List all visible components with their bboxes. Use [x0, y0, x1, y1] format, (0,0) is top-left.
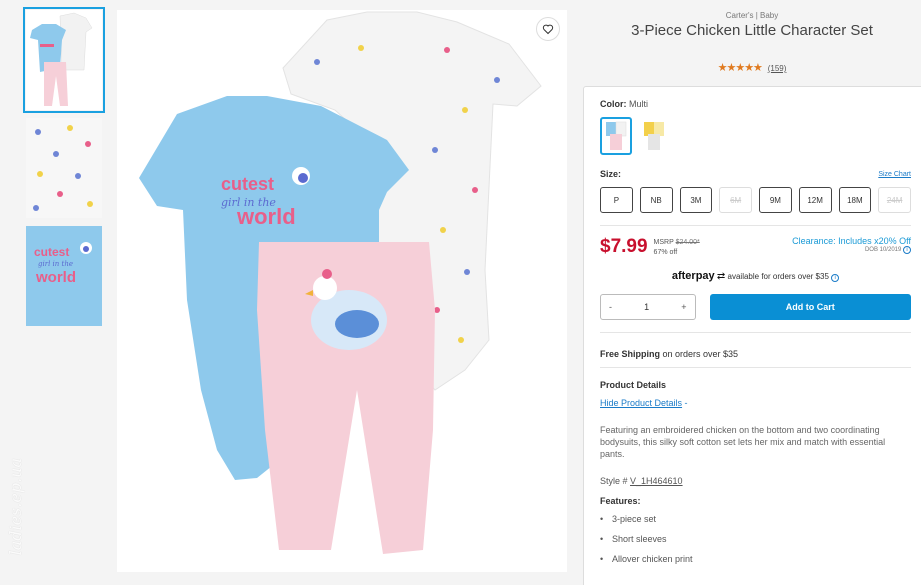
thumbnail-graphic[interactable]: cutest girl in the world [26, 226, 102, 326]
svg-text:cutest: cutest [34, 245, 69, 259]
msrp-label: MSRP [653, 239, 674, 246]
product-page: cutest girl in the world cutest girl in … [0, 0, 921, 585]
rating: ★★★★★ (159) [583, 61, 921, 74]
features-heading: Features: [600, 496, 641, 506]
watermark: ladies.ep.ua [6, 458, 25, 556]
style-value[interactable]: V_1H464610 [630, 476, 683, 486]
color-label-text: Color: [600, 99, 627, 109]
size-chart-link[interactable]: Size Chart [878, 171, 911, 178]
features: Features: 3-piece set Short sleeves Allove… [600, 496, 911, 564]
style-label: Style # [600, 476, 631, 486]
thumbnail-print[interactable] [26, 118, 102, 218]
feature-item: 3-piece set [600, 514, 911, 524]
msrp-value: $24.00* [675, 239, 700, 246]
afterpay-info-icon[interactable]: i [831, 274, 840, 282]
dob-text: DOB 10/2019 i [792, 246, 911, 254]
price-row: $7.99 MSRP $24.00* 67% off Clearance: In… [600, 236, 911, 258]
qty-plus-button[interactable]: + [681, 302, 686, 312]
product-description: Featuring an embroidered chicken on the … [600, 425, 886, 459]
heart-icon [542, 24, 554, 35]
size-header: Size: Size Chart [600, 169, 911, 179]
discount-percent: 67% off [653, 249, 678, 256]
svg-text:world: world [236, 204, 296, 229]
cart-row: - 1 + Add to Cart [600, 294, 911, 320]
product-title: 3-Piece Chicken Little Character Set [631, 22, 873, 39]
size-option-3m[interactable]: 3M [679, 187, 713, 213]
qty-minus-button[interactable]: - [609, 302, 612, 312]
size-option-nb[interactable]: NB [639, 187, 673, 213]
afterpay-logo: afterpay [671, 270, 715, 282]
style-number: Style # V_1H464610 [600, 476, 911, 486]
divider [600, 367, 911, 368]
quantity-stepper: - 1 + [600, 294, 696, 320]
color-value: Multi [629, 99, 649, 109]
hide-details-row: Hide Product Details - [600, 398, 911, 408]
product-details-heading: Product Details [600, 380, 667, 390]
free-shipping-label: Free Shipping [600, 349, 661, 359]
shipping-info: Free Shipping on orders over $35 [600, 341, 911, 359]
thumbnail-set[interactable] [23, 7, 105, 113]
feature-item: Short sleeves [600, 534, 911, 544]
svg-text:cutest: cutest [221, 174, 274, 194]
brand-label: Carter's | Baby [725, 11, 779, 20]
swatch-yellow[interactable] [638, 117, 670, 155]
afterpay-logo-icon: ⇄ [716, 271, 726, 282]
size-option-9m[interactable]: 9M [759, 187, 792, 213]
svg-text:girl in the: girl in the [38, 260, 73, 268]
purchase-panel: Color: Multi Size: Size Chart P NB 3M 6M 9M 1… [583, 86, 921, 585]
hide-details-link[interactable]: Hide Product Details [600, 398, 682, 408]
divider [600, 225, 911, 226]
info-icon[interactable]: i [903, 246, 911, 254]
feature-item: Allover chicken print [600, 554, 911, 564]
dob-value: DOB 10/2019 [864, 247, 902, 253]
sale-price: $7.99 [600, 236, 648, 257]
thumbnail-list: cutest girl in the world [23, 7, 105, 334]
svg-text:world: world [35, 269, 76, 286]
size-option-24m: 24M [878, 187, 911, 213]
qty-value[interactable]: 1 [644, 302, 649, 312]
shipping-threshold: on orders over $35 [660, 349, 739, 359]
divider [600, 332, 911, 333]
size-option-6m: 6M [719, 187, 752, 213]
hide-details-suffix: - [682, 398, 688, 408]
afterpay-row: afterpay ⇄ available for orders over $35… [600, 270, 911, 282]
size-option-18m[interactable]: 18M [838, 187, 872, 213]
add-to-cart-button[interactable]: Add to Cart [709, 294, 911, 320]
features-list: 3-piece set Short sleeves Allover chicken … [600, 514, 911, 564]
main-product-image: cutest girl in the world [117, 10, 567, 572]
size-option-p[interactable]: P [600, 187, 633, 213]
clearance-block: Clearance: Includes x20% Off DOB 10/2019… [792, 236, 911, 254]
size-option-12m[interactable]: 12M [798, 187, 832, 213]
color-swatches [600, 117, 911, 155]
msrp-block: MSRP $24.00* 67% off [654, 238, 700, 258]
clearance-text: Clearance: Includes x20% Off [792, 236, 911, 246]
afterpay-text: available for orders over $35 [727, 272, 829, 281]
reviews-link[interactable]: (159) [768, 64, 787, 73]
star-rating: ★★★★★ [717, 62, 763, 74]
size-options: P NB 3M 6M 9M 12M 18M 24M [600, 187, 911, 213]
color-label: Color: Multi [600, 99, 911, 109]
size-label: Size: [600, 169, 622, 179]
swatch-multi[interactable] [600, 117, 632, 155]
wishlist-button[interactable] [536, 17, 560, 41]
